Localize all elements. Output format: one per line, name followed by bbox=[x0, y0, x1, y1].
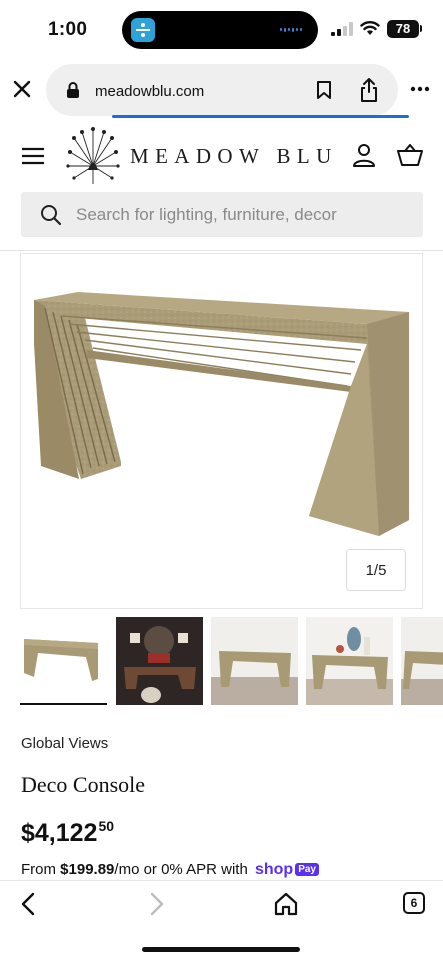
status-time: 1:00 bbox=[48, 19, 88, 40]
url-text: meadowblu.com bbox=[95, 83, 205, 100]
address-bar[interactable]: meadowblu.com bbox=[46, 64, 409, 118]
thumbnail-active-indicator bbox=[20, 703, 107, 705]
site-header: MEADOW BLU bbox=[0, 120, 443, 192]
cart-icon[interactable] bbox=[397, 144, 423, 166]
product-title: Deco Console bbox=[21, 772, 146, 797]
battery-nub bbox=[420, 25, 422, 32]
thumbnail-image bbox=[116, 617, 203, 705]
forward-icon[interactable] bbox=[147, 891, 167, 917]
price-cents: 50 bbox=[98, 818, 115, 834]
share-icon[interactable] bbox=[359, 77, 379, 103]
wifi-icon bbox=[360, 21, 380, 35]
financing-middle: /mo or 0% APR with bbox=[114, 861, 248, 878]
financing-info: From $199.89/mo or 0% APR with shop Pay bbox=[21, 861, 319, 879]
financing-prefix: From bbox=[21, 861, 56, 878]
search-icon bbox=[41, 205, 62, 226]
thumbnail-1[interactable] bbox=[20, 617, 107, 705]
logo-mark[interactable] bbox=[64, 126, 122, 186]
browser-bottom-bar: 6 bbox=[0, 880, 443, 960]
account-icon[interactable] bbox=[352, 143, 376, 167]
shop-pay-logo[interactable]: shop bbox=[255, 861, 293, 878]
app-icon bbox=[131, 18, 155, 42]
page-load-progress bbox=[112, 115, 409, 118]
thumbnail-4[interactable] bbox=[306, 617, 393, 705]
dynamic-island bbox=[122, 11, 318, 49]
audio-wave-icon bbox=[280, 28, 302, 32]
thumbnail-image bbox=[20, 617, 107, 705]
tabs-icon[interactable]: 6 bbox=[403, 892, 425, 914]
price-main: $4,122 bbox=[21, 819, 98, 847]
image-counter: 1/5 bbox=[346, 549, 406, 591]
header-divider bbox=[0, 250, 443, 251]
thumbnail-image bbox=[401, 617, 443, 705]
thumbnail-strip bbox=[20, 617, 443, 707]
battery-level: 78 bbox=[387, 20, 419, 38]
logo-text[interactable]: MEADOW BLU bbox=[130, 144, 338, 169]
cellular-signal-icon bbox=[331, 22, 353, 36]
thumbnail-image bbox=[306, 617, 393, 705]
search-box[interactable] bbox=[21, 192, 423, 237]
menu-icon[interactable] bbox=[22, 147, 44, 165]
thumbnail-image bbox=[211, 617, 298, 705]
product-price: $4,12250 bbox=[21, 818, 114, 848]
thumbnail-2[interactable] bbox=[116, 617, 203, 705]
bookmark-icon[interactable] bbox=[316, 80, 332, 100]
thumbnail-3[interactable] bbox=[211, 617, 298, 705]
financing-amount: $199.89 bbox=[60, 861, 115, 878]
more-icon[interactable] bbox=[410, 84, 430, 94]
search-input[interactable] bbox=[76, 192, 416, 237]
product-main-image[interactable]: 1/5 bbox=[20, 253, 423, 609]
browser-bar: meadowblu.com bbox=[0, 60, 443, 120]
product-brand[interactable]: Global Views bbox=[21, 735, 108, 752]
thumbnail-5[interactable] bbox=[401, 617, 443, 705]
shop-pay-badge[interactable]: Pay bbox=[295, 863, 319, 876]
status-bar: 1:00 78 bbox=[0, 0, 443, 60]
back-icon[interactable] bbox=[18, 891, 38, 917]
close-icon[interactable] bbox=[11, 78, 33, 100]
home-icon[interactable] bbox=[273, 891, 299, 917]
lock-icon bbox=[67, 82, 79, 98]
home-indicator[interactable] bbox=[142, 947, 300, 952]
